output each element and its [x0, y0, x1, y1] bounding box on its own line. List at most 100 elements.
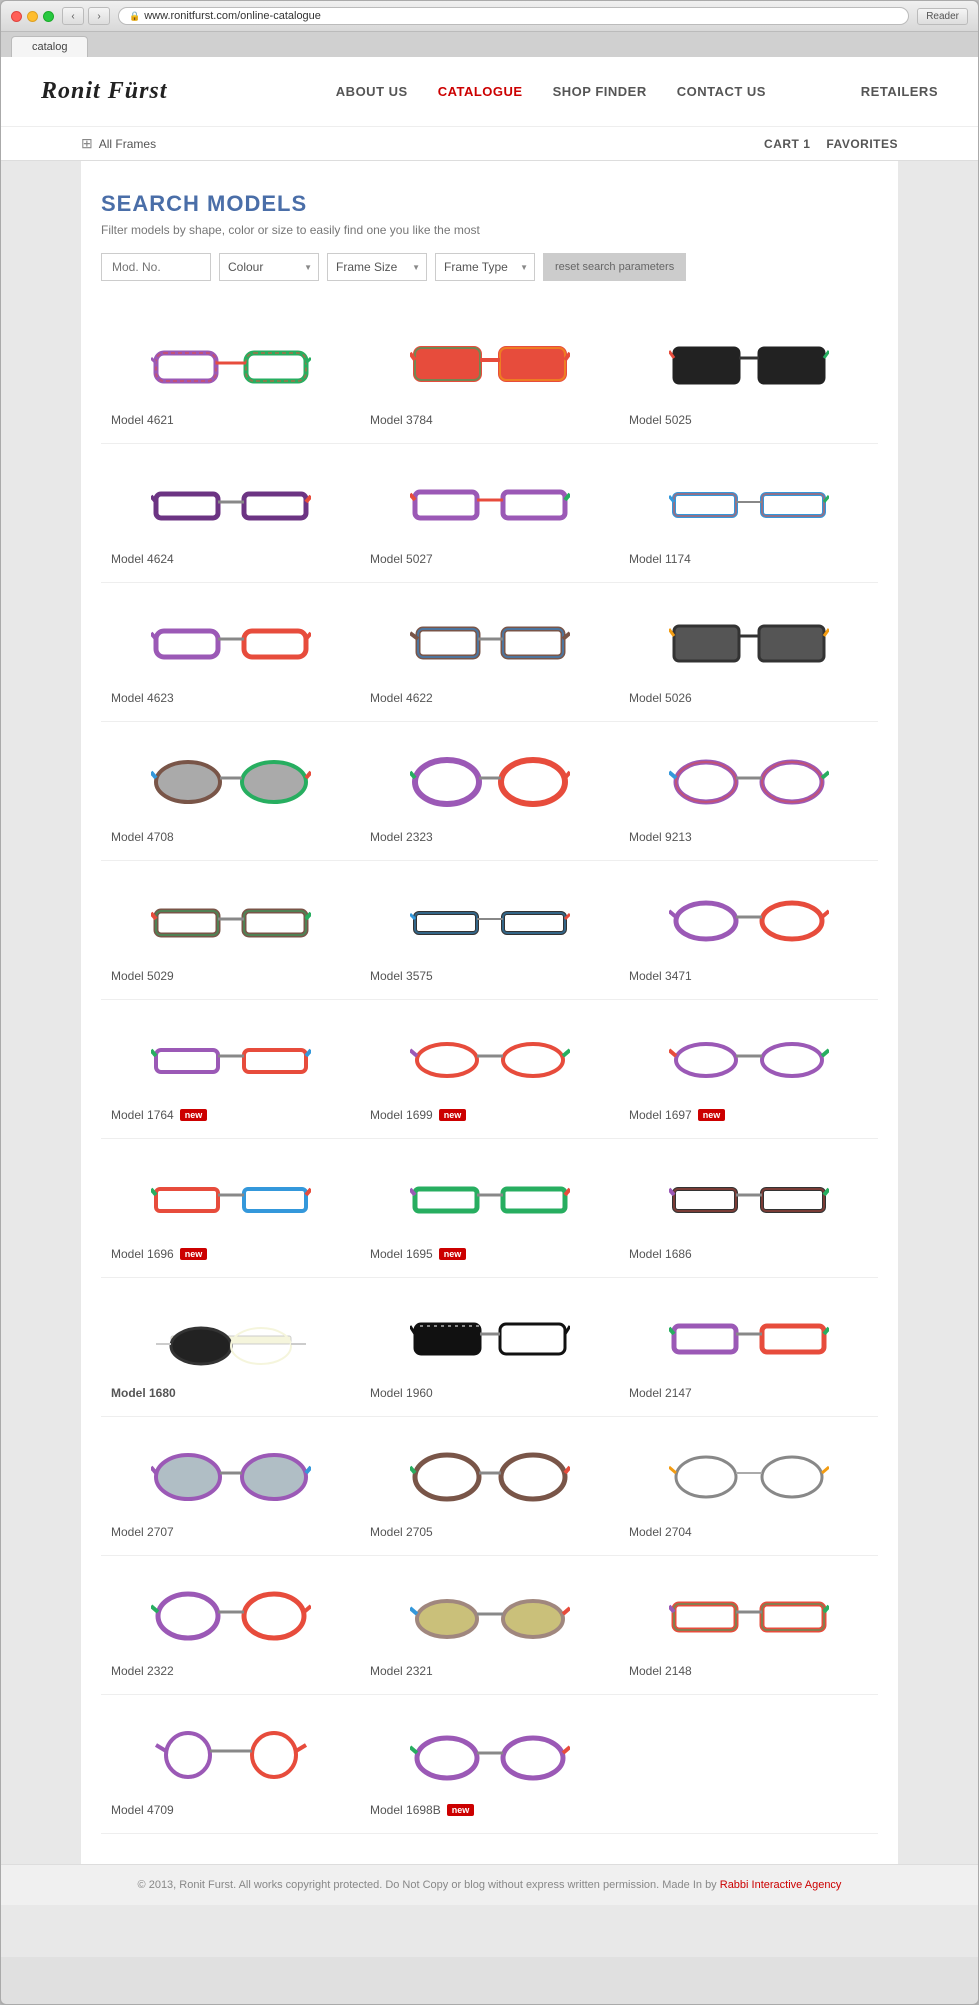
list-item[interactable]: Model 5029 — [101, 861, 360, 1000]
back-button[interactable]: ‹ — [62, 7, 84, 25]
active-tab[interactable]: catalog — [11, 36, 88, 57]
product-image — [111, 742, 350, 822]
nav-about-us[interactable]: ABOUT US — [336, 84, 408, 99]
empty-cell — [619, 1695, 878, 1834]
list-item[interactable]: Model 1960 — [360, 1278, 619, 1417]
favorites-link[interactable]: FAVORITES — [826, 137, 898, 151]
glasses-illustration — [669, 1306, 829, 1371]
address-bar[interactable]: 🔒 www.ronitfurst.com/online-catalogue — [118, 7, 909, 25]
list-item[interactable]: Model 1698B new — [360, 1695, 619, 1834]
glasses-illustration — [151, 1167, 311, 1232]
list-item[interactable]: Model 1680 — [101, 1278, 360, 1417]
product-image — [111, 464, 350, 544]
page-content: Ronit Fürst ABOUT US CATALOGUE SHOP FIND… — [1, 57, 978, 1957]
frame-size-filter[interactable]: Frame Size — [327, 253, 427, 281]
nav-retailers[interactable]: RETAILERS — [861, 84, 938, 99]
list-item[interactable]: Model 5025 — [619, 305, 878, 444]
close-button[interactable] — [11, 11, 22, 22]
glasses-illustration — [151, 333, 311, 398]
product-image — [111, 881, 350, 961]
cart-link[interactable]: CART 1 — [764, 137, 810, 151]
reset-search-button[interactable]: reset search parameters — [543, 253, 686, 281]
frame-type-select[interactable]: Frame Type — [444, 260, 526, 274]
footer-agency-link[interactable]: Rabbi Interactive Agency — [720, 1879, 842, 1891]
product-image — [111, 1298, 350, 1378]
nav-contact-us[interactable]: CONTACT US — [677, 84, 766, 99]
list-item[interactable]: Model 9213 — [619, 722, 878, 861]
cart-favorites: CART 1 FAVORITES — [764, 137, 898, 151]
product-image — [629, 603, 868, 683]
list-item[interactable]: Model 1764 new — [101, 1000, 360, 1139]
list-item[interactable]: Model 3784 — [360, 305, 619, 444]
browser-titlebar: ‹ › 🔒 www.ronitfurst.com/online-catalogu… — [1, 1, 978, 32]
glasses-illustration — [410, 1306, 570, 1371]
list-item[interactable]: Model 1686 — [619, 1139, 878, 1278]
minimize-button[interactable] — [27, 11, 38, 22]
list-item[interactable]: Model 2704 — [619, 1417, 878, 1556]
site-logo[interactable]: Ronit Fürst — [41, 78, 241, 105]
all-frames-link[interactable]: ⊞ All Frames — [81, 135, 156, 152]
product-label: Model 2148 — [629, 1664, 692, 1678]
product-image — [111, 1437, 350, 1517]
list-item[interactable]: Model 2323 — [360, 722, 619, 861]
list-item[interactable]: Model 1174 — [619, 444, 878, 583]
product-label: Model 2705 — [370, 1525, 433, 1539]
nav-catalogue[interactable]: CATALOGUE — [438, 84, 523, 99]
list-item[interactable]: Model 2705 — [360, 1417, 619, 1556]
list-item[interactable]: Model 3575 — [360, 861, 619, 1000]
list-item[interactable]: Model 4623 — [101, 583, 360, 722]
list-item[interactable]: Model 2148 — [619, 1556, 878, 1695]
url-text: www.ronitfurst.com/online-catalogue — [144, 10, 321, 22]
forward-button[interactable]: › — [88, 7, 110, 25]
colour-filter[interactable]: Colour — [219, 253, 319, 281]
product-label: Model 1680 — [111, 1386, 176, 1400]
glasses-illustration — [669, 1445, 829, 1510]
list-item[interactable]: Model 3471 — [619, 861, 878, 1000]
list-item[interactable]: Model 1695 new — [360, 1139, 619, 1278]
list-item[interactable]: Model 4624 — [101, 444, 360, 583]
product-label: Model 2704 — [629, 1525, 692, 1539]
glasses-illustration — [151, 472, 311, 537]
colour-select[interactable]: Colour — [228, 260, 310, 274]
product-image — [370, 325, 609, 405]
list-item[interactable]: Model 4709 — [101, 1695, 360, 1834]
product-image — [629, 1020, 868, 1100]
product-image — [370, 1576, 609, 1656]
list-item[interactable]: Model 4621 — [101, 305, 360, 444]
list-item[interactable]: Model 5026 — [619, 583, 878, 722]
product-label: Model 1698B new — [370, 1803, 474, 1817]
product-label: Model 1699 new — [370, 1108, 466, 1122]
list-item[interactable]: Model 2707 — [101, 1417, 360, 1556]
reader-button[interactable]: Reader — [917, 8, 968, 25]
product-image — [629, 325, 868, 405]
list-item[interactable]: Model 1699 new — [360, 1000, 619, 1139]
product-label: Model 1695 new — [370, 1247, 466, 1261]
product-image — [370, 603, 609, 683]
list-item[interactable]: Model 1696 new — [101, 1139, 360, 1278]
glasses-illustration — [151, 611, 311, 676]
list-item[interactable]: Model 1697 new — [619, 1000, 878, 1139]
nav-shop-finder[interactable]: SHOP FINDER — [553, 84, 647, 99]
list-item[interactable]: Model 4708 — [101, 722, 360, 861]
product-label: Model 2322 — [111, 1664, 174, 1678]
site-footer: © 2013, Ronit Furst. All works copyright… — [1, 1864, 978, 1905]
glasses-illustration — [410, 889, 570, 954]
mod-number-input[interactable] — [101, 253, 211, 281]
product-label: Model 4621 — [111, 413, 174, 427]
product-image — [370, 464, 609, 544]
list-item[interactable]: Model 2321 — [360, 1556, 619, 1695]
list-item[interactable]: Model 2322 — [101, 1556, 360, 1695]
list-item[interactable]: Model 4622 — [360, 583, 619, 722]
glasses-illustration — [151, 1445, 311, 1510]
maximize-button[interactable] — [43, 11, 54, 22]
glasses-illustration — [151, 889, 311, 954]
list-item[interactable]: Model 2147 — [619, 1278, 878, 1417]
product-image — [629, 881, 868, 961]
logo-text: Ronit Fürst — [41, 78, 167, 104]
frame-size-select[interactable]: Frame Size — [336, 260, 418, 274]
new-badge: new — [439, 1248, 467, 1260]
frame-type-filter[interactable]: Frame Type — [435, 253, 535, 281]
list-item[interactable]: Model 5027 — [360, 444, 619, 583]
product-label: Model 1696 new — [111, 1247, 207, 1261]
search-description: Filter models by shape, color or size to… — [101, 223, 878, 237]
